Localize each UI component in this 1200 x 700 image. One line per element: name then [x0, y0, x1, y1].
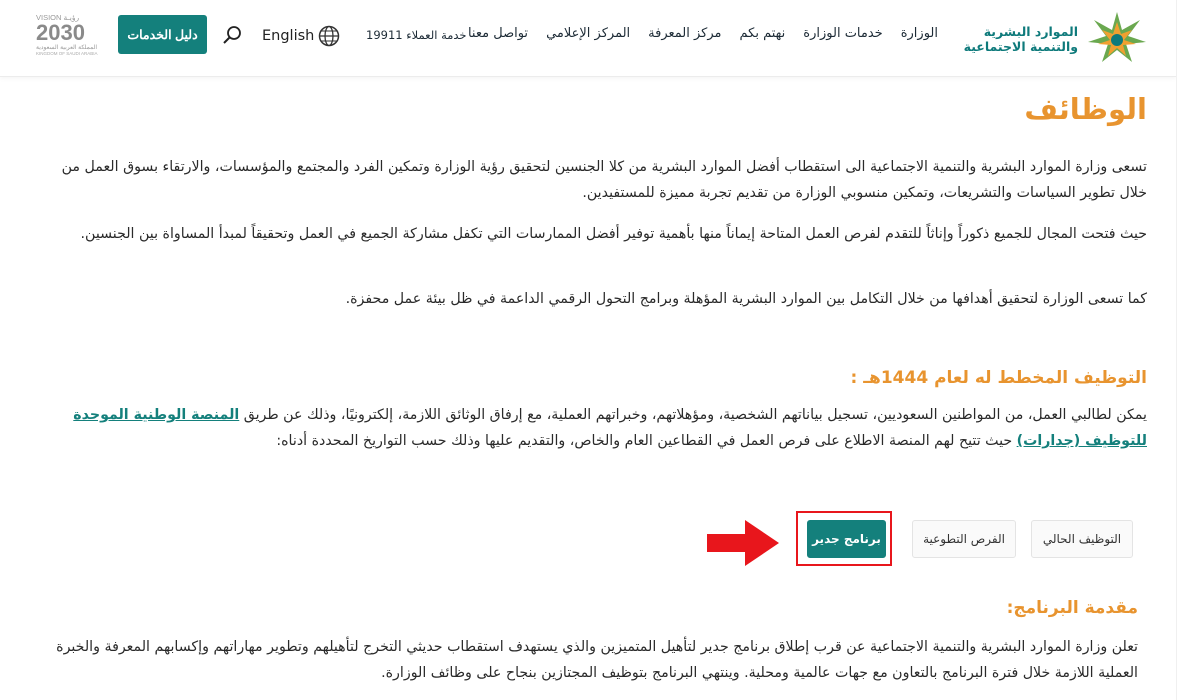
language-label: English — [262, 28, 315, 44]
nav-contact[interactable]: تواصل معنا — [468, 26, 528, 41]
intro-paragraph-1: تسعى وزارة الموارد البشرية والتنمية الاج… — [61, 159, 1147, 201]
program-intro-text: تعلن وزارة الموارد البشرية والتنمية الاج… — [56, 639, 1138, 681]
services-guide-button[interactable]: دليل الخدمات — [118, 15, 207, 54]
ministry-logo[interactable]: الموارد البشرية والتنمية الاجتماعية — [948, 10, 1148, 66]
page-scrollbar[interactable] — [1176, 0, 1200, 700]
logo-star-icon — [1088, 12, 1146, 62]
highlight-frame — [796, 511, 892, 566]
tab-current-jobs[interactable]: التوظيف الحالي — [1031, 520, 1133, 558]
language-switch[interactable]: English — [262, 25, 340, 47]
intro-paragraph-2: حيث فتحت المجال للجميع ذكوراً وإناثاً لل… — [80, 226, 1147, 242]
vision-2030-logo: VISION رؤيـة 2030 المملكة العربية السعود… — [36, 13, 98, 56]
logo-text: الموارد البشرية والتنمية الاجتماعية — [963, 24, 1078, 54]
nav-we-care[interactable]: نهتم بكم — [740, 26, 786, 41]
nav-services[interactable]: خدمات الوزارة — [803, 26, 882, 41]
red-arrow-icon — [707, 520, 779, 566]
hotline-link[interactable]: خدمة العملاء 19911 — [366, 28, 467, 42]
planned-hiring-title: التوظيف المخطط له لعام 1444هـ : — [850, 368, 1147, 388]
site-header: الموارد البشرية والتنمية الاجتماعية الوز… — [0, 0, 1176, 77]
jadarat-paragraph: يمكن لطالبي العمل، من المواطنين السعوديي… — [43, 402, 1147, 454]
search-icon[interactable] — [222, 24, 244, 46]
main-nav: الوزارة خدمات الوزارة نهتم بكم مركز المع… — [450, 26, 938, 41]
jadarat-text-before: يمكن لطالبي العمل، من المواطنين السعوديي… — [239, 407, 1147, 423]
nav-ministry[interactable]: الوزارة — [901, 26, 938, 41]
jadarat-text-after: حيث تتيح لهم المنصة الاطلاع على فرص العم… — [276, 433, 1017, 449]
tab-volunteer-opportunities[interactable]: الفرص التطوعية — [912, 520, 1016, 558]
nav-knowledge-center[interactable]: مركز المعرفة — [648, 26, 721, 41]
intro-paragraph-3: كما تسعى الوزارة لتحقيق أهدافها من خلال … — [345, 291, 1147, 307]
program-intro-title: مقدمة البرنامج: — [1006, 598, 1138, 618]
nav-media-center[interactable]: المركز الإعلامي — [546, 26, 630, 41]
page-title: الوظائف — [1024, 92, 1147, 126]
globe-icon — [319, 25, 340, 47]
